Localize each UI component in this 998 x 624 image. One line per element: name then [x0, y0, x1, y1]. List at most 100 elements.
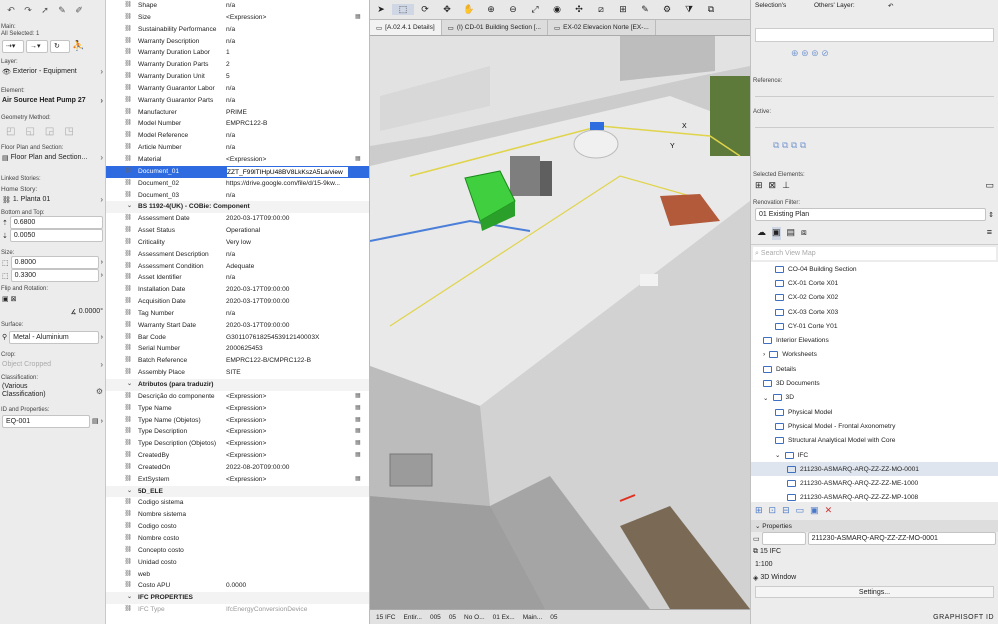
property-value[interactable]: 2020-03-17T09:00:00 — [226, 284, 369, 296]
view-name-field[interactable]: 211230-ASMARQ-ARQ-ZZ-ZZ-MO-0001 — [807, 532, 996, 545]
tab-building-section[interactable]: ▭ (I) CD-01 Building Section [... — [442, 20, 548, 35]
property-row[interactable]: ⛓ Acquisition Date 2020-03-17T09:00:00 — [106, 296, 369, 308]
view-map-item[interactable]: ⌄ 3D — [751, 391, 998, 405]
reference-slider[interactable] — [755, 96, 994, 97]
trace-tool-4-icon[interactable]: ⧉ — [800, 140, 806, 150]
property-group-row[interactable]: ⌄ 5D_ELE — [106, 485, 369, 498]
undo-icon[interactable]: ↶ — [4, 5, 18, 16]
menu-icon[interactable]: ≡ — [987, 227, 992, 240]
property-row[interactable]: ⛓ Article Number n/a — [106, 142, 369, 154]
expression-icon[interactable]: ▦ — [355, 403, 369, 415]
eyedropper-icon[interactable]: ✎ — [55, 5, 69, 16]
property-row[interactable]: ⛓ Warranty Description n/a — [106, 36, 369, 48]
view-map-item[interactable]: CO-04 Building Section — [751, 262, 998, 276]
property-value[interactable]: IfcEnergyConversionDevice — [226, 604, 369, 616]
property-value[interactable]: n/a — [226, 249, 369, 261]
property-row[interactable]: ⛓ Type Description <Expression> ▦ — [106, 426, 369, 438]
property-value[interactable]: <Expression> — [226, 415, 355, 427]
property-value[interactable]: n/a — [226, 95, 369, 107]
element-selector[interactable]: Air Source Heat Pump 27 › — [0, 94, 105, 107]
property-row[interactable]: ⛓ Size <Expression> ▦ — [106, 12, 369, 24]
property-value[interactable]: <Expression> — [226, 450, 355, 462]
property-value[interactable]: 0.0000 — [226, 580, 369, 592]
marquee-tool-icon[interactable]: ⬚ — [392, 4, 414, 15]
property-row[interactable]: ⛓ Unidad costo — [106, 557, 369, 569]
property-value[interactable]: 5 — [226, 71, 369, 83]
property-value[interactable]: 2020-03-17T09:00:00 — [226, 296, 369, 308]
property-value[interactable]: Adequate — [226, 261, 369, 273]
expression-icon[interactable]: ▦ — [355, 415, 369, 427]
property-value[interactable]: <Expression> — [226, 154, 355, 166]
property-value[interactable] — [226, 497, 369, 509]
view-map-item[interactable]: › Worksheets — [751, 348, 998, 362]
undo-icon[interactable]: ↶ — [888, 2, 893, 10]
property-value[interactable]: <Expression> — [226, 438, 355, 450]
property-row[interactable]: ⛓ Codigo sistema — [106, 497, 369, 509]
rotation-value[interactable]: 0.0000° — [79, 308, 103, 315]
bottom-field[interactable]: 0.0050 — [9, 229, 103, 242]
expression-icon[interactable]: ▦ — [355, 12, 369, 24]
3d-model-render[interactable]: Y X — [370, 36, 750, 609]
view-map-item[interactable]: 211230-ASMARQ-ARQ-ZZ-ZZ-ME-1000 — [751, 476, 998, 490]
property-value[interactable] — [226, 533, 369, 545]
publisher-sets-icon[interactable]: ⧈ — [801, 227, 807, 240]
layer-selector[interactable]: 👁 Exterior - Equipment › — [0, 65, 105, 78]
project-map-icon[interactable]: ☁ — [757, 227, 766, 240]
property-row[interactable]: ⛓ ExtSystem <Expression> ▦ — [106, 474, 369, 486]
redo-icon[interactable]: ↷ — [21, 5, 35, 16]
layer-list-field[interactable] — [755, 28, 994, 42]
arrow-tool-icon[interactable]: ➚ — [38, 5, 52, 16]
view-map-item[interactable]: Physical Model - Frontal Axonometry — [751, 419, 998, 433]
property-value[interactable] — [226, 569, 369, 581]
status-layer[interactable]: 15 IFC — [376, 614, 396, 621]
zoom-in-icon[interactable]: ⊕ — [480, 4, 502, 15]
property-value[interactable]: n/a — [226, 0, 369, 12]
property-value[interactable]: PRIME — [226, 107, 369, 119]
grid-select-icon[interactable]: ⊞ — [755, 180, 763, 194]
disclosure-icon[interactable]: ⌄ — [763, 394, 769, 402]
property-value[interactable]: https://drive.google.com/file/d/15-9kw..… — [226, 178, 369, 190]
status-structure[interactable]: Main... — [523, 614, 543, 621]
view-map-item[interactable]: Physical Model — [751, 405, 998, 419]
property-value[interactable]: n/a — [226, 272, 369, 284]
property-row[interactable]: ⛓ Warranty Duration Parts 2 — [106, 59, 369, 71]
layer-tool-3-icon[interactable]: ⊚ — [811, 48, 819, 58]
property-row[interactable]: ⛓ CreatedBy <Expression> ▦ — [106, 450, 369, 462]
view-map-icon[interactable]: ▣ — [772, 227, 781, 240]
status-dimension[interactable]: 05 — [550, 614, 557, 621]
flip-checkbox[interactable]: ⊠ — [11, 295, 17, 303]
property-row[interactable]: ⛓ Concepto costo — [106, 545, 369, 557]
disclosure-icon[interactable]: ⌄ — [775, 451, 781, 459]
property-value[interactable]: <Expression> — [226, 12, 355, 24]
grid-icon[interactable]: ⊞ — [612, 4, 634, 15]
surface-selector[interactable]: Metal - Aluminium — [9, 330, 99, 344]
property-row[interactable]: ⛓ Warranty Guarantor Labor n/a — [106, 83, 369, 95]
settings-button[interactable]: Settings... — [755, 586, 994, 598]
pointer-tool-icon[interactable]: ➤ — [370, 4, 392, 15]
property-value[interactable]: n/a — [226, 24, 369, 36]
property-group-row[interactable]: ⌄ BS 1192-4(UK) - COBie: Component — [106, 201, 369, 214]
layer-tool-2-icon[interactable]: ⊛ — [801, 48, 809, 58]
property-value[interactable] — [226, 557, 369, 569]
property-row[interactable]: ⛓ Document_03 n/a — [106, 190, 369, 202]
property-value[interactable]: n/a — [226, 83, 369, 95]
property-row[interactable]: ⛓ Type Name <Expression> ▦ — [106, 403, 369, 415]
surface-brush-icon[interactable]: ⚲ — [2, 333, 7, 341]
camera-icon[interactable]: ◉ — [546, 4, 568, 15]
orbit-tool-icon[interactable]: ⟳ — [414, 4, 436, 15]
expression-icon[interactable]: ▦ — [355, 450, 369, 462]
view-window-value[interactable]: 3D Window — [760, 574, 796, 581]
view-map-item[interactable]: 211230-ASMARQ-ARQ-ZZ-ZZ-MP-1008 — [751, 491, 998, 502]
property-row[interactable]: ⛓ Descrição do componente <Expression> ▦ — [106, 391, 369, 403]
structure-icon[interactable]: ⊥ — [782, 180, 790, 194]
property-value[interactable]: 2022-08-20T09:00:00 — [226, 462, 369, 474]
view-map-item[interactable]: ⌄ IFC — [751, 448, 998, 462]
settings-icon[interactable]: ⚙ — [656, 4, 678, 15]
crop-row[interactable]: Object Cropped › — [0, 358, 105, 371]
rotate-button[interactable]: ↻ — [50, 39, 70, 53]
layers-icon[interactable]: ⧉ — [700, 4, 722, 15]
property-value[interactable]: <Expression> — [226, 403, 355, 415]
view-map-item[interactable]: Interior Elevations — [751, 333, 998, 347]
settings-folder-icon[interactable]: ▣ — [810, 505, 819, 517]
size-y-field[interactable]: 0.3300 — [10, 269, 99, 282]
